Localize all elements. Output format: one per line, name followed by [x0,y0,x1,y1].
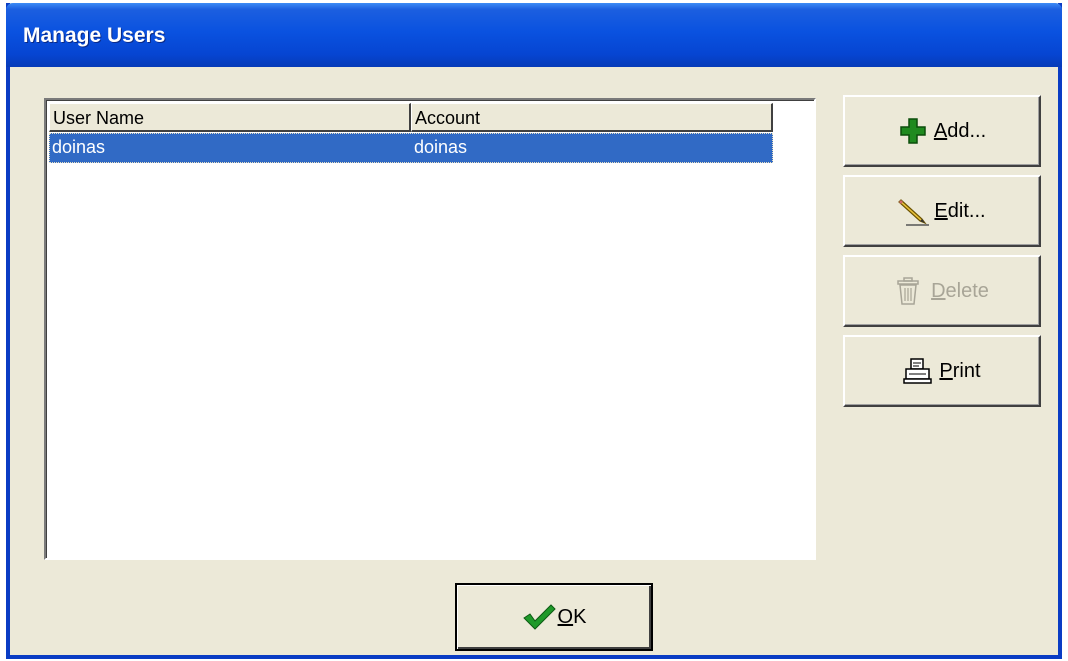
pencil-icon [898,196,930,226]
print-button-label: Print [939,359,981,382]
cell-account: doinas [414,137,468,157]
list-header: User Name Account [49,103,773,132]
delete-button[interactable]: Delete [843,255,1041,327]
add-button[interactable]: Add... [843,95,1041,167]
column-header-user-name[interactable]: User Name [49,103,411,132]
cell-user-name: doinas [52,137,106,157]
checkmark-icon [522,602,556,632]
ok-button-label: OK [557,605,587,628]
plus-icon [898,116,928,146]
ok-button[interactable]: OK [455,583,653,651]
column-header-account[interactable]: Account [411,103,773,132]
table-row[interactable]: doinas doinas [49,133,773,163]
delete-button-label: Delete [931,279,989,302]
add-button-label: Add... [933,119,987,142]
print-button[interactable]: Print [843,335,1041,407]
manage-users-dialog: Manage Users User Name Account doinas do… [6,3,1062,659]
trash-icon [895,276,925,306]
window-title: Manage Users [23,24,166,47]
title-bar[interactable]: Manage Users [6,3,1062,67]
edit-button[interactable]: Edit... [843,175,1041,247]
edit-button-label: Edit... [934,199,986,222]
users-list[interactable]: User Name Account doinas doinas [44,98,816,560]
printer-icon [903,356,933,386]
